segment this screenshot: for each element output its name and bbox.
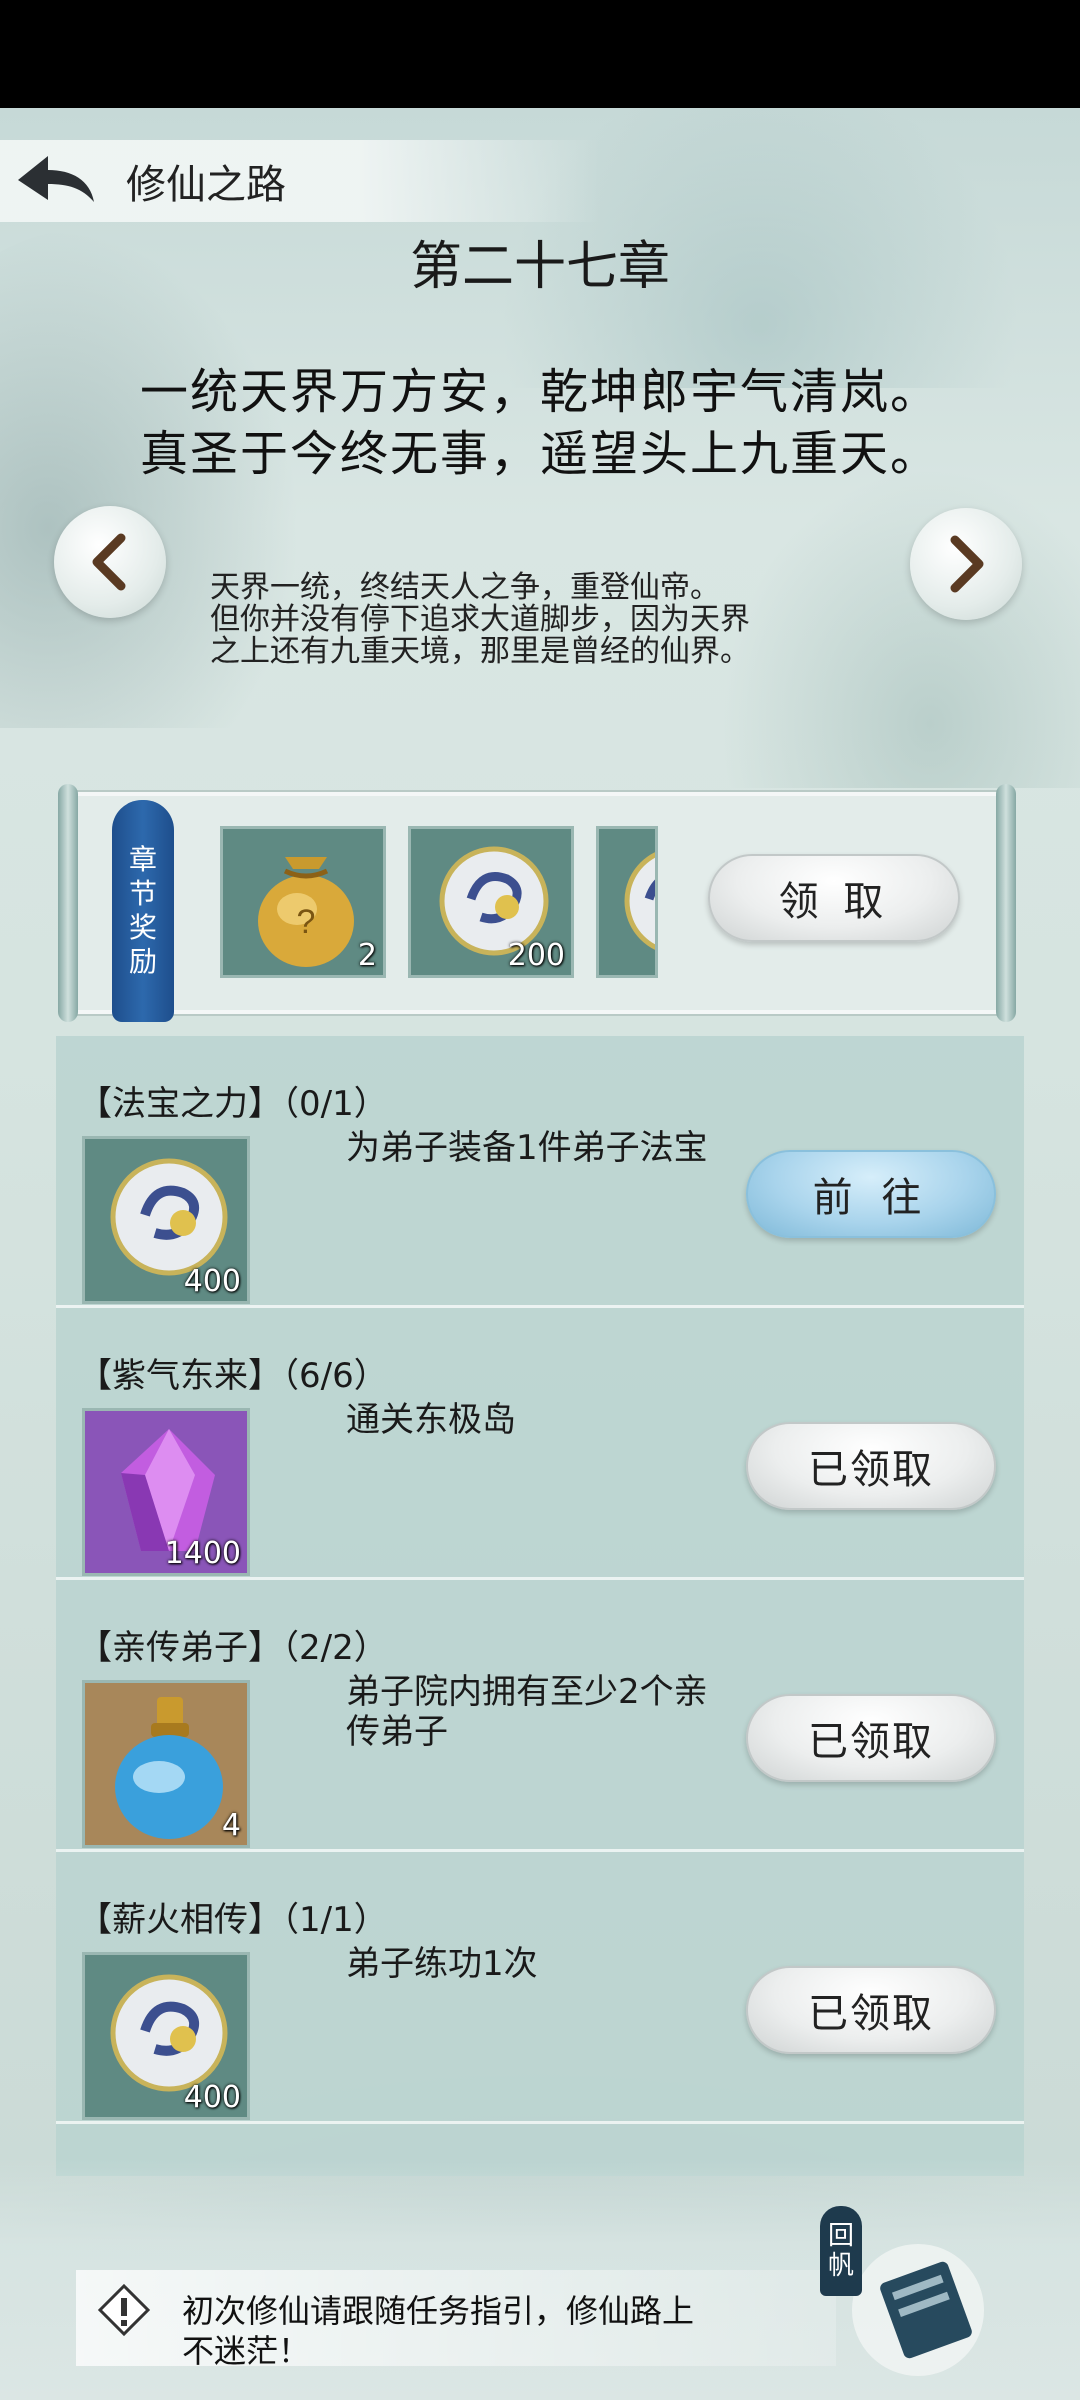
- task-title: 【薪火相传】（1/1）: [78, 1900, 388, 1940]
- task-reward-item[interactable]: 4: [82, 1680, 250, 1848]
- task-reward-item[interactable]: 1400: [82, 1408, 250, 1576]
- chevron-right-icon: [950, 535, 984, 593]
- chapter-description-line: 天界一统，终结天人之争，重登仙帝。: [210, 570, 720, 605]
- task-description: 为弟子装备1件弟子法宝: [346, 1128, 708, 1168]
- task-title: 【亲传弟子】（2/2）: [78, 1628, 388, 1668]
- svg-text:?: ?: [297, 903, 316, 941]
- return-label: 回 帆: [820, 2206, 862, 2296]
- chapter-poem-line: 一统天界万方安，乾坤郎宇气清岚。: [139, 364, 940, 420]
- reward-item-slot[interactable]: [596, 826, 658, 978]
- divider: [56, 2121, 1024, 2124]
- item-count: 200: [507, 938, 565, 973]
- chapter-title: 第二十七章: [409, 237, 670, 297]
- task-row: 【亲传弟子】（2/2） 4 弟子院内拥有至少2个亲传弟子 已领取: [56, 1580, 1024, 1852]
- reward-item-slot[interactable]: ? 2: [220, 826, 386, 978]
- ribbon-label-char: 节: [128, 877, 157, 910]
- tip-text-line: 不迷茫！: [182, 2332, 311, 2370]
- scroll-rod-right: [996, 784, 1016, 1022]
- claimed-button[interactable]: 已领取: [746, 1694, 996, 1782]
- claim-chapter-reward-button[interactable]: 领 取: [708, 854, 960, 942]
- item-count: 400: [183, 1264, 241, 1299]
- claimed-button[interactable]: 已领取: [746, 1422, 996, 1510]
- task-row: 【紫气东来】（6/6） 1400 通关东极岛 已领取: [56, 1308, 1024, 1580]
- task-description: 弟子院内拥有至少2个亲传弟子: [346, 1672, 708, 1752]
- back-button[interactable]: [10, 150, 100, 214]
- warning-diamond-icon: [97, 2283, 151, 2337]
- prev-chapter-button[interactable]: [54, 506, 166, 618]
- ribbon-label-char: 奖: [128, 911, 157, 944]
- status-bar: [0, 0, 1080, 108]
- item-count: 4: [221, 1808, 241, 1843]
- return-label-char: 帆: [827, 2251, 854, 2281]
- spirit-orb-icon: [624, 852, 655, 950]
- task-description: 弟子练功1次: [346, 1944, 538, 1984]
- chapter-description-line: 之上还有九重天境，那里是曾经的仙界。: [210, 634, 750, 669]
- go-to-task-button[interactable]: 前 往: [746, 1150, 996, 1238]
- task-reward-item[interactable]: 400: [82, 1952, 250, 2120]
- chapter-reward-ribbon: 章 节 奖 励: [112, 800, 174, 1022]
- task-reward-item[interactable]: 400: [82, 1136, 250, 1304]
- return-label-char: 回: [827, 2221, 854, 2251]
- ribbon-label-char: 章: [128, 843, 157, 876]
- ribbon-label-char: 励: [128, 945, 157, 978]
- page-title: 修仙之路: [126, 162, 286, 208]
- item-count: 400: [183, 2080, 241, 2115]
- next-chapter-button[interactable]: [910, 508, 1022, 620]
- back-arrow-icon: [18, 156, 94, 202]
- task-title: 【紫气东来】（6/6）: [78, 1356, 388, 1396]
- scroll-rod-left: [58, 784, 78, 1022]
- reward-item-slot[interactable]: 200: [408, 826, 574, 978]
- chevron-left-icon: [92, 533, 126, 591]
- task-list: 【法宝之力】（0/1） 400 为弟子装备1件弟子法宝 前 往 【紫气东来】（6…: [56, 1036, 1024, 2176]
- chapter-description-line: 但你并没有停下追求大道脚步，因为天界: [210, 602, 750, 637]
- item-count: 1400: [164, 1536, 241, 1571]
- task-row: 【薪火相传】（1/1） 400 弟子练功1次 已领取: [56, 1852, 1024, 2124]
- chapter-poem-line: 真圣于今终无事，遥望头上九重天。: [139, 426, 940, 482]
- claimed-button[interactable]: 已领取: [746, 1966, 996, 2054]
- item-count: 2: [357, 938, 377, 973]
- task-row: 【法宝之力】（0/1） 400 为弟子装备1件弟子法宝 前 往: [56, 1036, 1024, 1308]
- task-description: 通关东极岛: [346, 1400, 516, 1440]
- task-title: 【法宝之力】（0/1）: [78, 1084, 388, 1124]
